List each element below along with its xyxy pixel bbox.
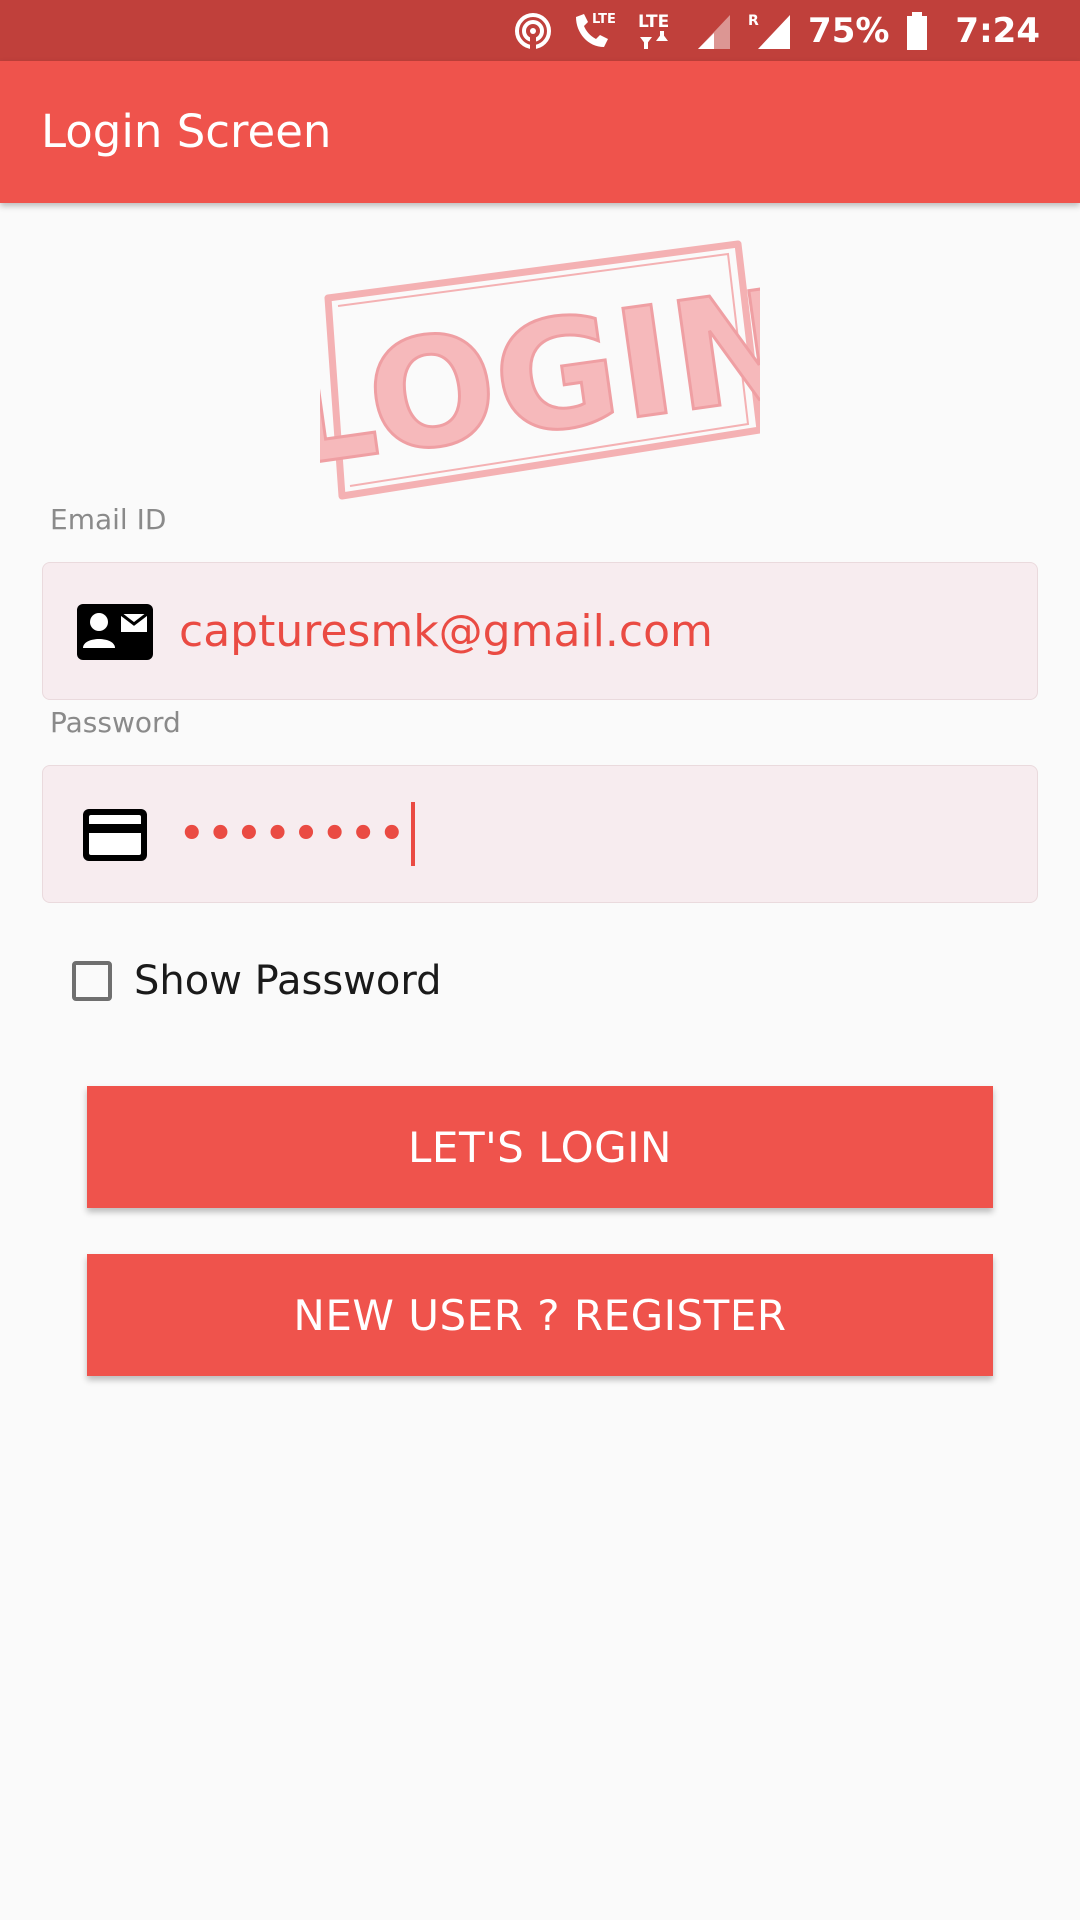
battery-percent: 75% [808, 10, 890, 51]
credit-card-icon [75, 805, 155, 865]
password-label: Password [50, 706, 181, 739]
svg-text:R: R [748, 13, 759, 29]
login-button[interactable]: LET'S LOGIN [87, 1086, 993, 1208]
show-password-checkbox[interactable] [72, 961, 112, 1001]
email-value: capturesmk@gmail.com [179, 605, 713, 657]
hotspot-icon [512, 10, 554, 52]
app-bar: Login Screen [0, 61, 1080, 203]
contact-card-icon [75, 602, 155, 662]
battery-icon [905, 11, 929, 51]
svg-text:LTE: LTE [592, 12, 616, 27]
password-value: •••••••• [179, 811, 408, 857]
status-time: 7:24 [955, 10, 1040, 51]
svg-text:LTE: LTE [638, 12, 669, 32]
roaming-signal-icon: R [748, 11, 792, 51]
page-title: Login Screen [41, 105, 332, 158]
email-label: Email ID [50, 503, 167, 536]
show-password-row[interactable]: Show Password [72, 958, 441, 1004]
signal-weak-icon [696, 11, 732, 51]
status-icons: LTE LTE R 75% 7:24 [496, 0, 1040, 61]
password-field[interactable]: •••••••• [42, 765, 1038, 903]
login-logo: LOGIN [266, 240, 811, 503]
lte-data-icon: LTE [636, 9, 680, 53]
show-password-label: Show Password [134, 958, 442, 1004]
text-cursor [410, 802, 415, 866]
status-bar: LTE LTE R 75% 7:24 [0, 0, 1080, 61]
lte-call-icon: LTE [570, 9, 620, 53]
register-button[interactable]: NEW USER ? REGISTER [87, 1254, 993, 1376]
email-field[interactable]: capturesmk@gmail.com [42, 562, 1038, 700]
password-value-wrap: •••••••• [179, 802, 415, 866]
